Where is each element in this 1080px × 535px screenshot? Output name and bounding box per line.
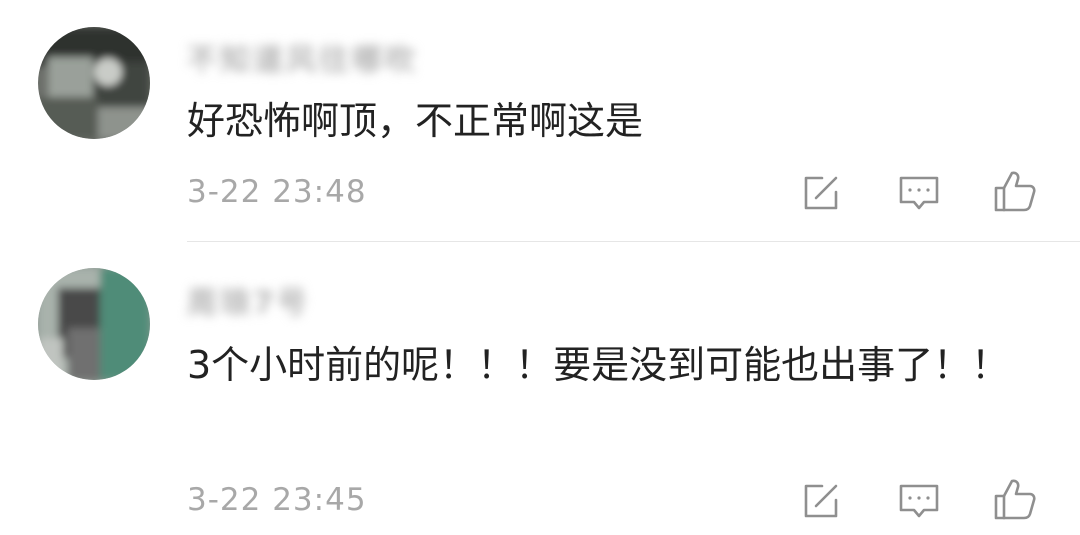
comment-item: 周琅7号 3个小时前的呢！！！要是没到可能也出事了！！ 3-22 23:45: [0, 242, 1080, 535]
avatar[interactable]: [38, 27, 150, 139]
username[interactable]: 不知道风往哪吹: [187, 35, 418, 79]
comment-icon[interactable]: [896, 170, 942, 216]
avatar[interactable]: [38, 268, 150, 380]
comment-icon[interactable]: [896, 478, 942, 524]
username[interactable]: 周琅7号: [187, 278, 310, 322]
thumbs-up-icon[interactable]: [992, 476, 1038, 522]
thumbs-up-icon[interactable]: [992, 168, 1038, 214]
comment-timestamp: 3-22 23:48: [187, 174, 367, 210]
comment-timestamp: 3-22 23:45: [187, 482, 367, 518]
edit-icon[interactable]: [798, 170, 844, 216]
comment-text: 好恐怖啊顶，不正常啊这是: [187, 99, 644, 143]
edit-icon[interactable]: [798, 478, 844, 524]
comment-text: 3个小时前的呢！！！要是没到可能也出事了！！: [187, 343, 1010, 387]
comment-item: 不知道风往哪吹 好恐怖啊顶，不正常啊这是 3-22 23:48: [0, 0, 1080, 240]
